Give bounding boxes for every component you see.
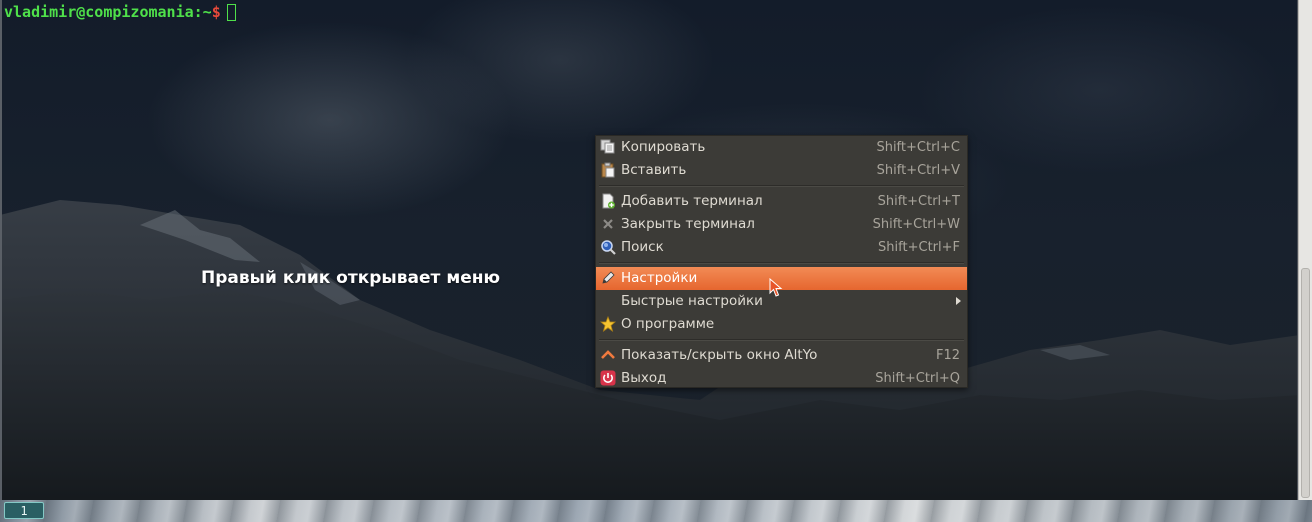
menu-item-search[interactable]: Поиск Shift+Ctrl+F: [596, 236, 967, 259]
context-menu: Копировать Shift+Ctrl+C Вставить Shift+C…: [595, 135, 968, 388]
menu-item-paste[interactable]: Вставить Shift+Ctrl+V: [596, 159, 967, 182]
caption-text: Правый клик открывает меню: [201, 268, 501, 288]
paste-icon: [601, 162, 615, 178]
menu-item-shortcut: Shift+Ctrl+V: [876, 163, 960, 178]
add-document-icon: [602, 193, 615, 209]
menu-item-label: Быстрые настройки: [621, 293, 763, 309]
star-icon: [600, 316, 616, 332]
terminal-tab-bar: 1: [0, 500, 1312, 522]
menu-item-label: Вставить: [621, 162, 687, 178]
menu-item-shortcut: Shift+Ctrl+F: [878, 240, 960, 255]
menu-item-shortcut: Shift+Ctrl+T: [877, 194, 960, 209]
menu-item-about[interactable]: О программе: [596, 313, 967, 336]
menu-separator: [599, 339, 964, 341]
scrollbar-thumb[interactable]: [1301, 268, 1310, 498]
mouse-pointer-icon: [769, 278, 783, 297]
menu-item-add-terminal[interactable]: Добавить терминал Shift+Ctrl+T: [596, 190, 967, 213]
prompt-user-host: vladimir@compizomania:~: [4, 3, 212, 21]
power-icon: [600, 370, 616, 386]
menu-item-label: Показать/скрыть окно AltYo: [621, 347, 818, 363]
menu-item-shortcut: Shift+Ctrl+Q: [875, 371, 960, 386]
search-icon: [601, 240, 616, 255]
menu-item-shortcut: Shift+Ctrl+W: [872, 217, 960, 232]
terminal-scrollbar[interactable]: [1298, 0, 1312, 500]
screen: vladimir@compizomania:~$ Правый клик отк…: [0, 0, 1312, 522]
tab-bar-background: [0, 500, 1312, 522]
menu-item-copy[interactable]: Копировать Shift+Ctrl+C: [596, 136, 967, 159]
menu-item-toggle-window[interactable]: Показать/скрыть окно AltYo F12: [596, 344, 967, 367]
terminal-cursor: [226, 4, 236, 21]
terminal-prompt[interactable]: vladimir@compizomania:~$: [4, 3, 236, 21]
menu-separator: [599, 262, 964, 264]
menu-item-quit[interactable]: Выход Shift+Ctrl+Q: [596, 367, 967, 390]
prompt-symbol: $: [211, 3, 221, 21]
menu-item-label: Закрыть терминал: [621, 216, 755, 232]
menu-item-close-terminal[interactable]: Закрыть терминал Shift+Ctrl+W: [596, 213, 967, 236]
copy-icon: [600, 139, 615, 154]
menu-item-shortcut: Shift+Ctrl+C: [876, 140, 960, 155]
chevron-up-icon: [601, 350, 615, 359]
menu-item-shortcut: F12: [935, 348, 960, 363]
menu-item-label: Настройки: [621, 270, 698, 286]
menu-item-label: Выход: [621, 370, 667, 386]
menu-item-label: О программе: [621, 316, 715, 332]
close-icon: [603, 219, 613, 229]
submenu-arrow-icon: [956, 297, 961, 305]
menu-item-label: Поиск: [621, 239, 664, 255]
menu-separator: [599, 185, 964, 187]
menu-item-label: Добавить терминал: [621, 193, 763, 209]
window-border-left: [0, 0, 2, 500]
menu-item-label: Копировать: [621, 139, 706, 155]
pencil-icon: [602, 271, 615, 284]
terminal-tab-1[interactable]: 1: [4, 502, 44, 519]
